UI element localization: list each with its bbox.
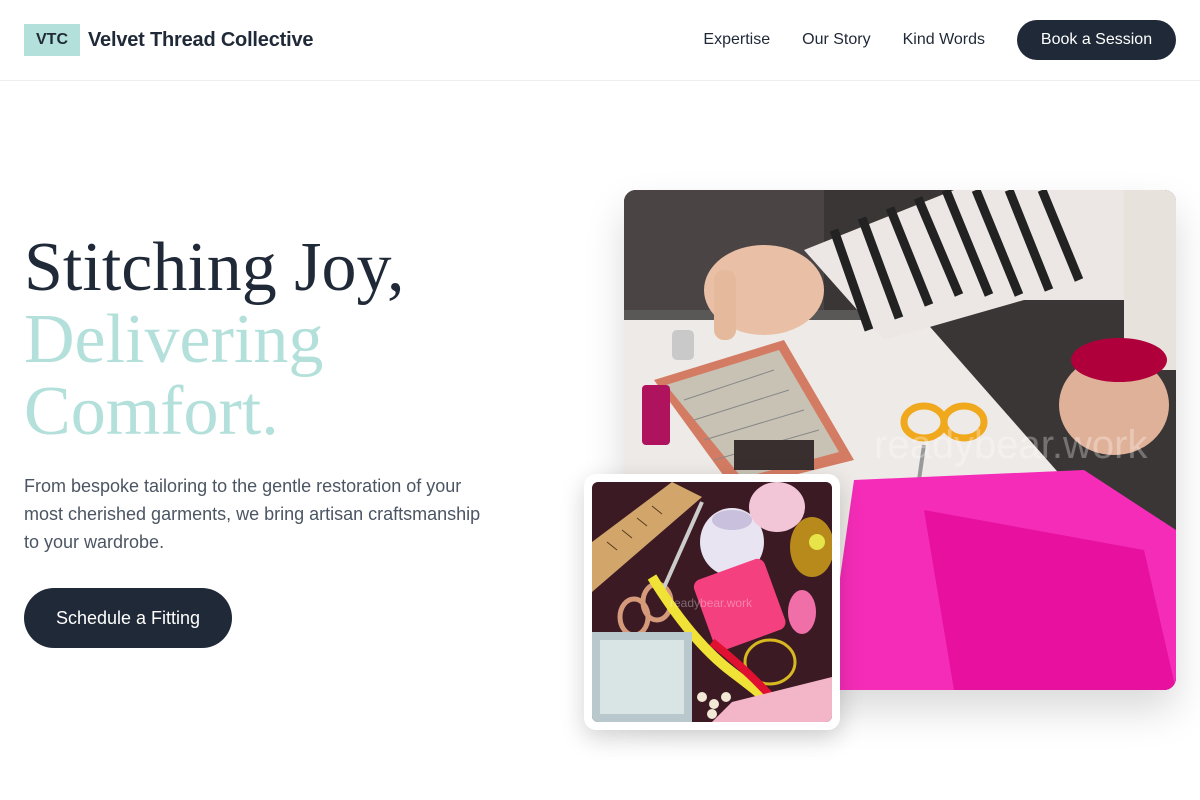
main-nav: Expertise Our Story Kind Words Book a Se… [703, 20, 1176, 60]
brand-name: Velvet Thread Collective [88, 28, 314, 51]
hero-title-line2: Delivering [24, 301, 324, 378]
hero-title: Stitching Joy, Delivering Comfort. [24, 232, 405, 448]
hero-title-line3: Comfort. [24, 373, 279, 450]
nav-link-our-story[interactable]: Our Story [802, 31, 870, 49]
book-session-button[interactable]: Book a Session [1017, 20, 1176, 60]
schedule-fitting-button[interactable]: Schedule a Fitting [24, 588, 232, 648]
hero-description: From bespoke tailoring to the gentle res… [24, 476, 481, 552]
main-image-watermark: readybear.work [874, 423, 1148, 467]
hero-title-line1: Stitching Joy, [24, 229, 405, 306]
supplies-image-frame: readybear.work [584, 474, 840, 730]
logo-badge: VTC [24, 24, 80, 56]
nav-link-expertise[interactable]: Expertise [703, 31, 770, 49]
brand[interactable]: VTC Velvet Thread Collective [24, 24, 314, 56]
nav-link-kind-words[interactable]: Kind Words [903, 31, 985, 49]
sewing-supplies-image: readybear.work [592, 482, 832, 722]
small-image-watermark: readybear.work [670, 596, 753, 610]
site-header: VTC Velvet Thread Collective Expertise O… [0, 0, 1200, 81]
